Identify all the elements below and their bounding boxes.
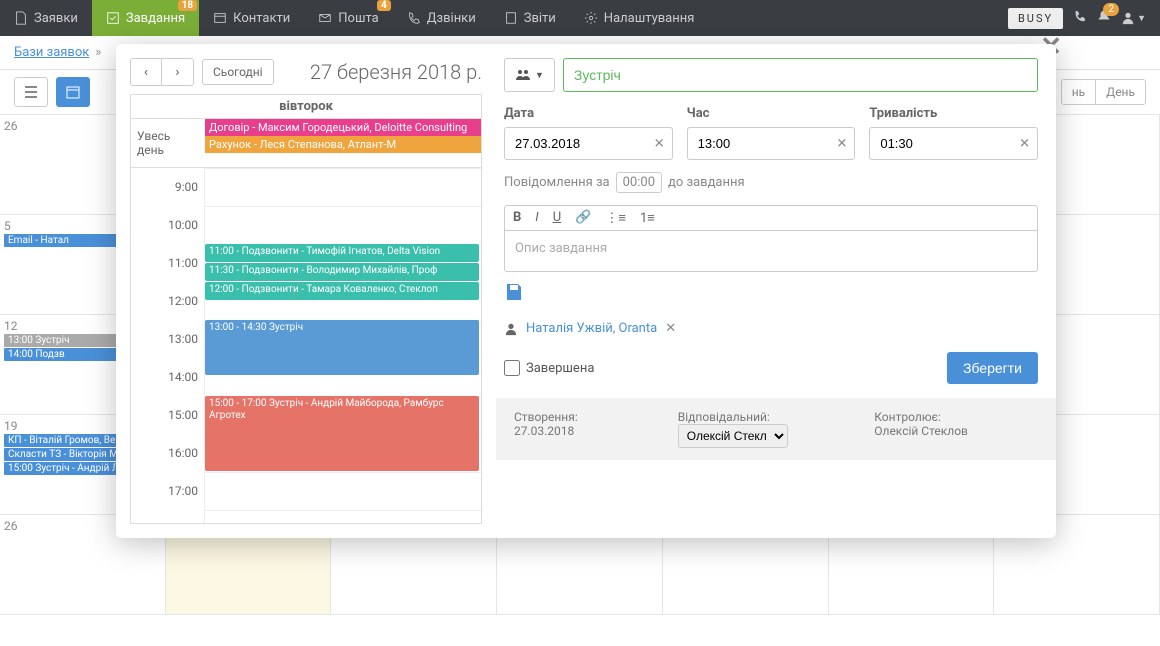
hour-label: 14:00 [131,358,205,396]
description-body[interactable]: Опис завдання [505,231,1037,271]
underline-btn[interactable]: U [553,210,561,226]
today-btn[interactable]: Сьогодні [202,59,274,85]
hour-label: 13:00 [131,320,205,358]
allday-label: Увесь день [131,119,205,167]
hour-label: 16:00 [131,434,205,472]
weekday-header: вівторок [130,94,482,118]
modal-day-view: ‹ › Сьогодні 27 березня 2018 р. вівторок… [116,44,496,538]
link-btn[interactable]: 🔗 [575,210,591,226]
time-event[interactable]: 11:00 - Подзвонити - Тимофій Ігнатов, De… [205,244,479,262]
duration-input[interactable] [869,127,1038,160]
created-label: Створення: [514,410,678,424]
allday-event[interactable]: Договір - Максим Городецький, Deloitte C… [205,119,481,136]
hour-label: 9:00 [131,168,205,206]
task-type-dropdown[interactable]: ▼ [504,58,555,92]
italic-btn[interactable]: I [535,210,538,226]
responsible-select[interactable]: Олексій Стекл [678,424,788,448]
duration-label: Тривалість [869,106,1038,121]
quick-save-icon[interactable] [504,282,1038,307]
day-title: 27 березня 2018 р. [310,60,482,84]
remove-contact-icon[interactable]: ✕ [665,321,676,336]
clear-duration-icon[interactable]: ✕ [1019,136,1030,151]
task-modal: ‹ › Сьогодні 27 березня 2018 р. вівторок… [116,44,1056,538]
clear-time-icon[interactable]: ✕ [836,136,847,151]
ol-btn[interactable]: 1≡ [640,210,655,226]
group-icon [515,68,531,82]
completed-text: Завершена [526,361,594,376]
hour-grid[interactable]: 9:0010:0011:0012:0013:0014:0015:0016:001… [130,168,482,524]
day-prev-btn[interactable]: ‹ [130,58,162,86]
contact-link[interactable]: Наталія Ужвій, Oranta [526,321,657,336]
time-event[interactable]: 11:30 - Подзвонити - Володимир Михайлів,… [205,263,479,281]
bold-btn[interactable]: B [513,210,521,226]
hour-label: 11:00 [131,244,205,282]
clear-date-icon[interactable]: ✕ [654,136,665,151]
time-event[interactable]: 12:00 - Подзвонити - Тамара Коваленко, С… [205,282,479,300]
person-icon [504,322,518,336]
hour-label: 18:00 [131,510,205,524]
save-button[interactable]: Зберегти [947,352,1038,384]
time-event[interactable]: 13:00 - 14:30 Зустріч [205,320,479,375]
reminder-prefix: Повідомлення за [504,175,610,190]
time-input[interactable] [687,127,856,160]
time-label: Час [687,106,856,121]
controller-label: Контролює: [874,410,1038,424]
task-form: ▼ Дата ✕ Час ✕ Тривалість [496,44,1056,538]
responsible-label: Відповідальний: [678,410,875,424]
hour-label: 10:00 [131,206,205,244]
created-value: 27.03.2018 [514,424,678,438]
task-title-input[interactable] [563,58,1038,92]
completed-checkbox-label[interactable]: Завершена [504,360,594,376]
date-label: Дата [504,106,673,121]
day-next-btn[interactable]: › [162,58,194,86]
ul-btn[interactable]: ⋮≡ [605,210,626,226]
hour-label: 17:00 [131,472,205,510]
completed-checkbox[interactable] [504,360,520,376]
allday-event[interactable]: Рахунок - Леся Степанова, Атлант-М [205,136,481,153]
date-input[interactable] [504,127,673,160]
description-editor: B I U 🔗 ⋮≡ 1≡ Опис завдання [504,205,1038,272]
hour-label: 12:00 [131,282,205,320]
hour-label: 15:00 [131,396,205,434]
time-event[interactable]: 15:00 - 17:00 Зустріч - Андрій Майборода… [205,396,479,471]
controller-value: Олексій Стеклов [874,424,1038,438]
reminder-row: Повідомлення за 00:00 до завдання [504,172,1038,193]
reminder-time-input[interactable]: 00:00 [616,172,662,193]
reminder-suffix: до завдання [668,175,745,190]
